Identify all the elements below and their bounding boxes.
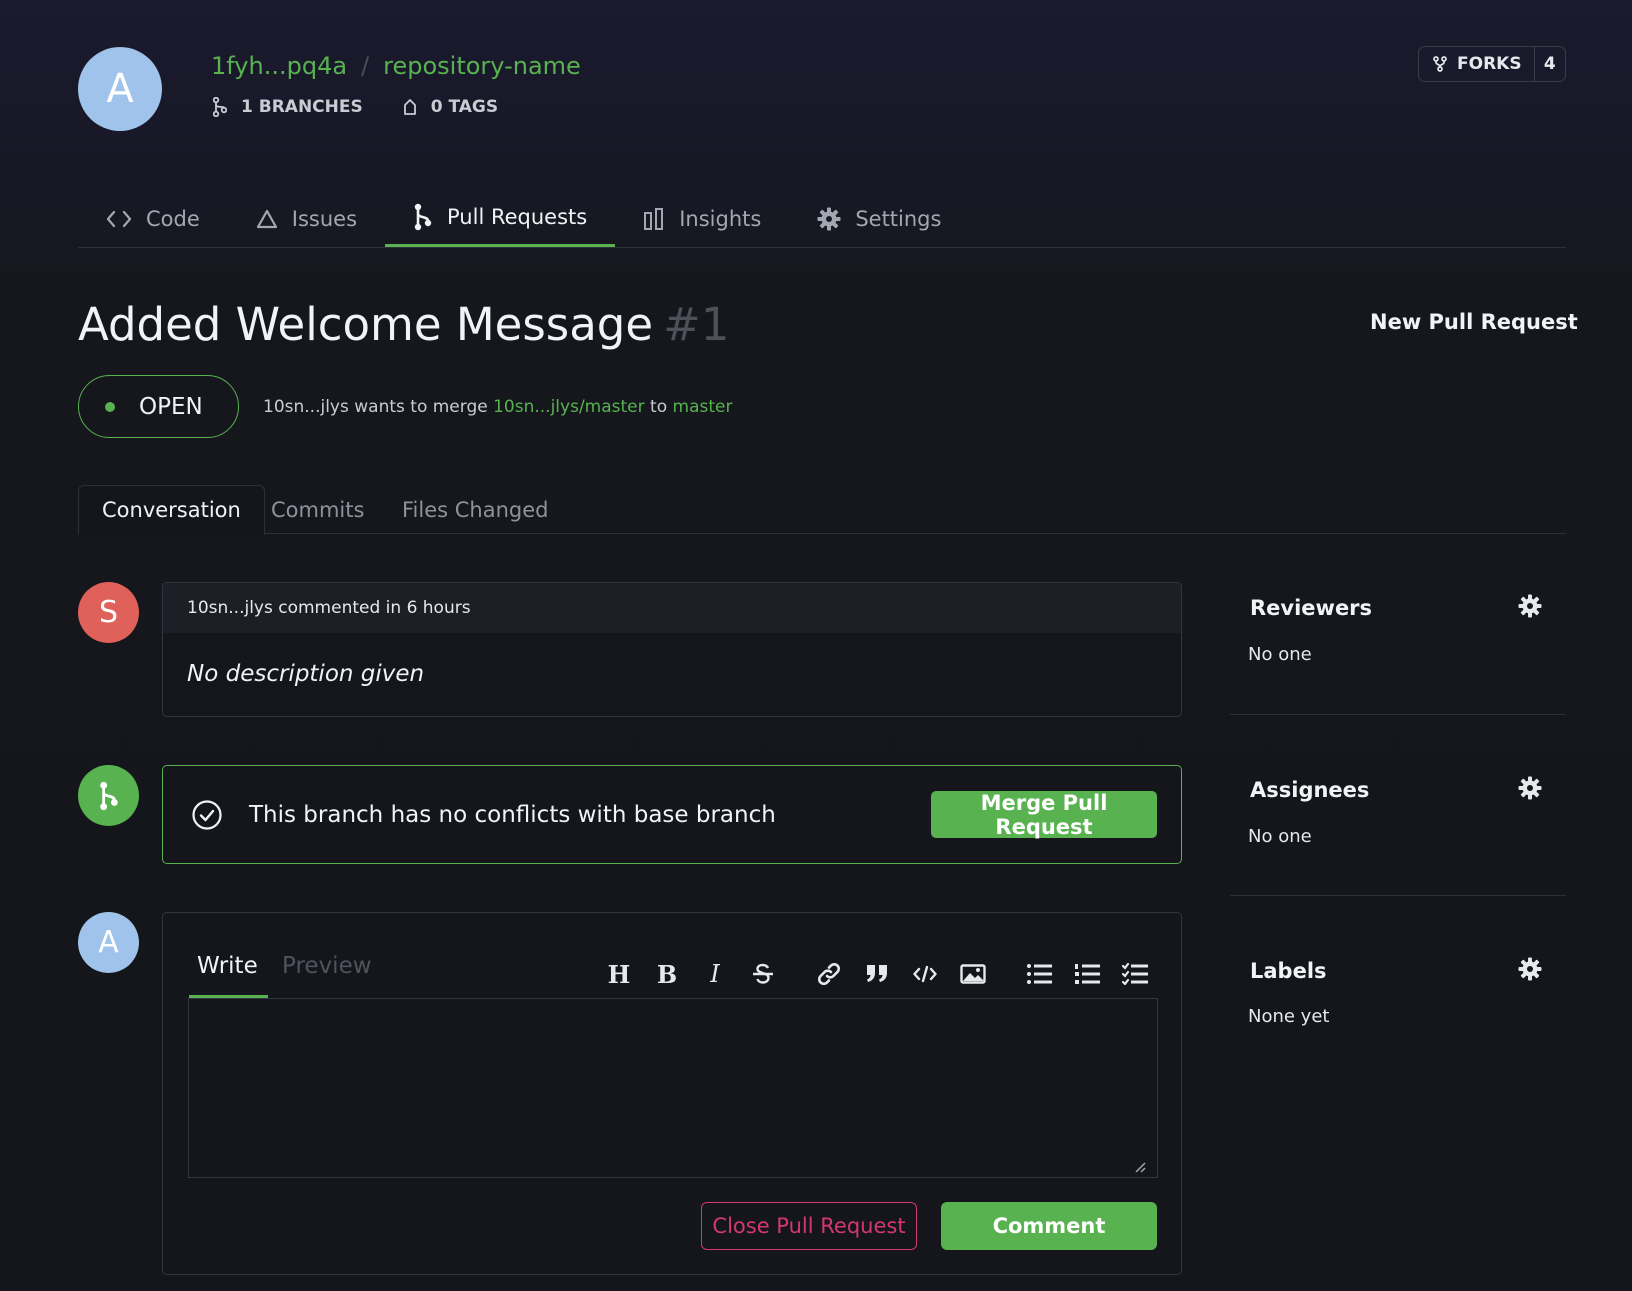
open-dot-icon — [105, 401, 115, 412]
merge-status-text: This branch has no conflicts with base b… — [249, 801, 776, 828]
link-icon[interactable] — [805, 958, 853, 990]
tags-link[interactable]: 0 TAGS — [403, 97, 498, 117]
new-pull-request-button[interactable]: New Pull Request — [1370, 310, 1578, 334]
check-circle-icon — [191, 799, 223, 831]
tab-code[interactable]: Code — [78, 190, 228, 247]
repo-breadcrumb: 1fyh...pq4a / repository-name — [211, 52, 581, 80]
tab-settings[interactable]: Settings — [789, 190, 969, 247]
italic-button[interactable]: I — [691, 958, 739, 990]
tab-insights-label: Insights — [679, 206, 762, 231]
merge-pull-request-button[interactable]: Merge Pull Request — [931, 791, 1157, 839]
reviewers-gear-icon[interactable] — [1518, 594, 1542, 618]
warning-triangle-icon — [256, 209, 278, 229]
tab-pull-requests[interactable]: Pull Requests — [385, 190, 616, 247]
labels-section: Labels None yet — [1230, 946, 1566, 1046]
pr-author: 10sn...jlys — [263, 397, 349, 417]
source-branch-link[interactable]: 10sn...jlys/master — [493, 397, 645, 417]
bold-button[interactable]: B — [643, 958, 691, 990]
pr-title-text: Added Welcome Message — [78, 298, 654, 351]
task-list-icon[interactable] — [1111, 958, 1159, 990]
tab-commits[interactable]: Commits — [271, 485, 364, 534]
repo-owner-link[interactable]: 1fyh...pq4a — [211, 52, 347, 80]
merge-info: 10sn...jlys wants to merge 10sn...jlys/m… — [263, 397, 732, 417]
tab-preview[interactable]: Preview — [282, 953, 372, 979]
heading-button[interactable]: H — [595, 958, 643, 990]
commenter-avatar[interactable]: S — [78, 582, 139, 643]
merge-card: This branch has no conflicts with base b… — [162, 765, 1182, 864]
tab-write[interactable]: Write — [189, 953, 268, 998]
forks-label: FORKS — [1457, 54, 1522, 74]
status-label: OPEN — [139, 393, 203, 420]
to-text: to — [650, 397, 668, 417]
comment-body: No description given — [187, 661, 425, 687]
assignees-section: Assignees No one — [1230, 764, 1566, 898]
gear-icon — [817, 207, 841, 231]
tags-count: 0 TAGS — [430, 97, 499, 117]
wants-to-merge-text: wants to merge — [354, 397, 488, 417]
breadcrumb-separator: / — [361, 52, 370, 80]
forks-button[interactable]: FORKS 4 — [1418, 46, 1566, 82]
labels-value: None yet — [1248, 1006, 1330, 1027]
tab-files-changed[interactable]: Files Changed — [402, 485, 549, 534]
pull-request-icon — [413, 203, 433, 231]
pr-subtabs: Conversation Commits Files Changed — [78, 485, 1566, 535]
code-icon[interactable] — [901, 958, 949, 990]
tag-icon — [403, 98, 417, 116]
pr-number: #1 — [663, 298, 730, 351]
repo-nav: Code Issues Pull Requests Insights Setti… — [78, 190, 1566, 248]
current-user-avatar[interactable]: A — [78, 912, 139, 973]
merge-status-icon — [78, 765, 139, 826]
code-icon — [106, 210, 132, 228]
assignees-value: No one — [1248, 826, 1312, 847]
reviewers-title: Reviewers — [1250, 596, 1373, 620]
repo-meta: 1 BRANCHES 0 TAGS — [213, 97, 538, 117]
forks-count: 4 — [1543, 54, 1556, 74]
assignees-gear-icon[interactable] — [1518, 776, 1542, 800]
tab-issues-label: Issues — [291, 206, 358, 231]
tab-code-label: Code — [146, 206, 200, 231]
reviewers-section: Reviewers No one — [1230, 582, 1566, 716]
assignees-title: Assignees — [1250, 778, 1370, 802]
repo-owner-avatar[interactable]: A — [78, 47, 162, 131]
target-branch-link[interactable]: master — [673, 397, 733, 417]
status-badge: OPEN — [78, 375, 239, 438]
tab-pull-requests-label: Pull Requests — [447, 205, 588, 229]
markdown-toolbar: H B I — [595, 958, 1159, 990]
comment-header: 10sn...jlys commented in 6 hours — [163, 583, 1181, 633]
image-icon[interactable] — [949, 958, 997, 990]
close-pull-request-button[interactable]: Close Pull Request — [701, 1202, 917, 1250]
labels-gear-icon[interactable] — [1518, 957, 1542, 981]
numbered-list-icon[interactable] — [1063, 958, 1111, 990]
comment-card: 10sn...jlys commented in 6 hours No desc… — [162, 582, 1182, 717]
quote-icon[interactable] — [853, 958, 901, 990]
bar-chart-icon — [643, 207, 665, 231]
fork-icon — [1433, 56, 1447, 72]
tab-insights[interactable]: Insights — [615, 190, 789, 247]
tab-conversation[interactable]: Conversation — [78, 485, 265, 535]
repo-name-link[interactable]: repository-name — [383, 52, 581, 80]
branches-link[interactable]: 1 BRANCHES — [213, 97, 363, 117]
reviewers-value: No one — [1248, 644, 1312, 665]
comment-button[interactable]: Comment — [941, 1202, 1157, 1250]
comment-textarea[interactable] — [188, 998, 1158, 1178]
pr-title: Added Welcome Message #1 — [78, 298, 729, 351]
sidebar-divider — [1230, 895, 1566, 896]
labels-title: Labels — [1250, 959, 1327, 983]
strikethrough-icon[interactable] — [739, 958, 787, 990]
branches-count: 1 BRANCHES — [241, 97, 363, 117]
tab-settings-label: Settings — [855, 206, 942, 231]
tab-issues[interactable]: Issues — [228, 190, 385, 247]
sidebar-divider — [1230, 714, 1566, 715]
comment-editor: Write Preview H B I Close Pull Request C… — [162, 912, 1182, 1275]
bullet-list-icon[interactable] — [1015, 958, 1063, 990]
branch-icon — [213, 97, 227, 117]
